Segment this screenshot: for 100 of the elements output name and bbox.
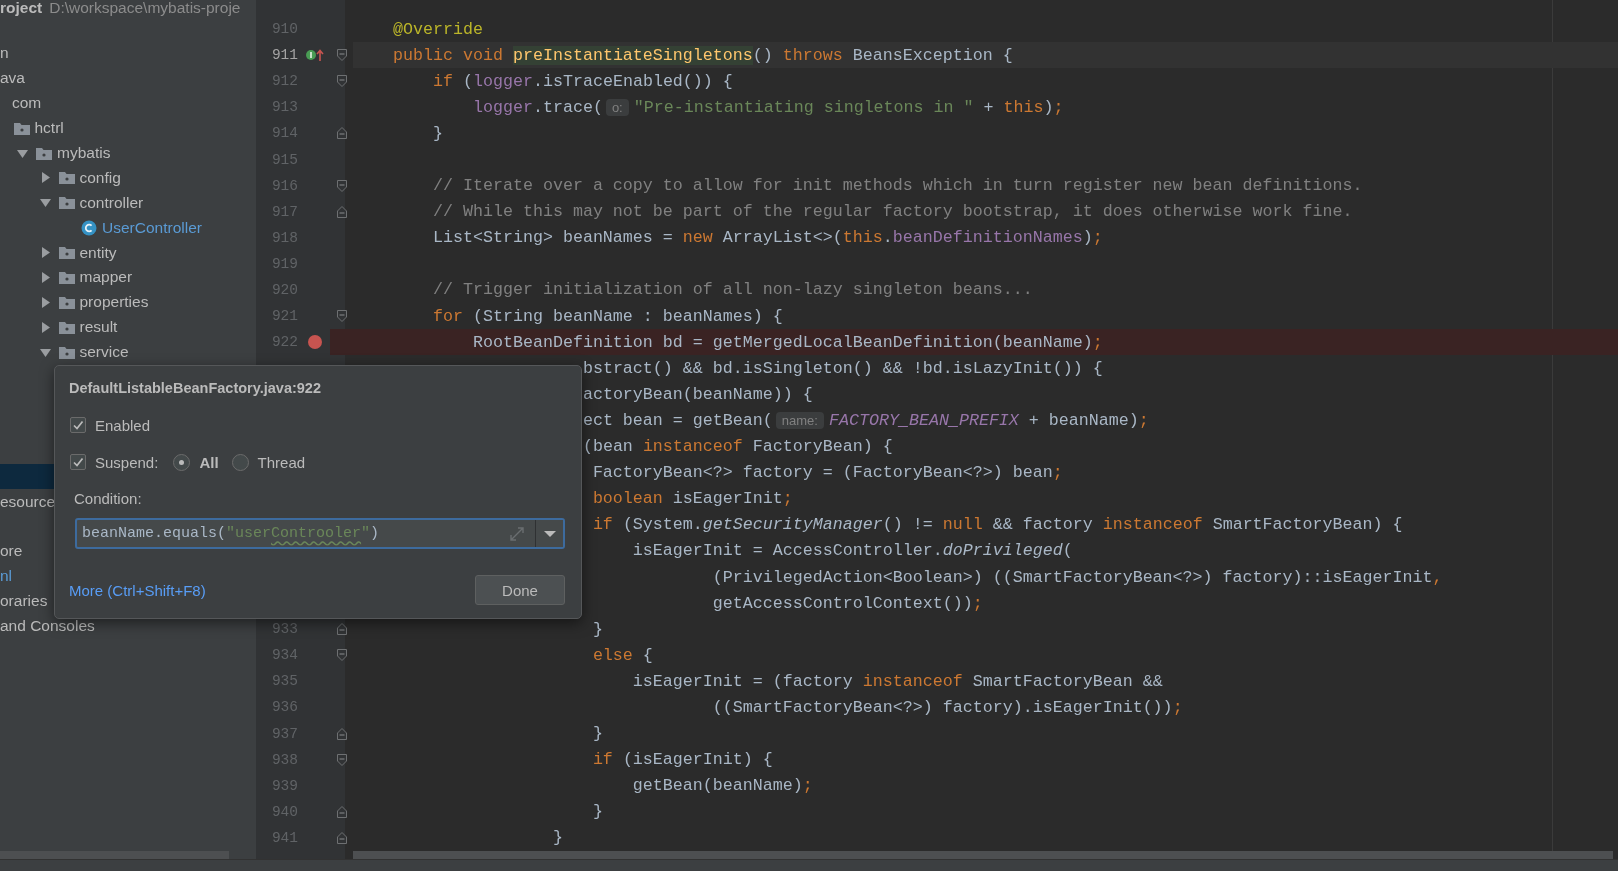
code-text: } xyxy=(432,123,443,143)
code-text: List<String> beanNames = new ArrayList<>(this.beanDefinitionNames); xyxy=(432,228,1103,248)
code-text: FACTORY_BEAN_PREFIX + beanName); xyxy=(828,410,1149,430)
tree-item[interactable]: UserController xyxy=(102,218,202,237)
code-text: } xyxy=(592,724,603,744)
dropdown-button[interactable] xyxy=(535,520,563,547)
tree-item[interactable]: hctrl xyxy=(34,119,64,138)
code-text: FactoryBean<?> factory = (FactoryBean<?>) bean; xyxy=(592,463,1063,483)
folder-icon xyxy=(58,171,75,185)
tree-item[interactable]: properties xyxy=(79,293,149,312)
checkbox[interactable] xyxy=(70,454,86,470)
code-text: ect bean = getBean( xyxy=(582,410,773,430)
code-text: public void preInstantiateSingletons() throws BeansException { xyxy=(392,45,1013,65)
radio-button[interactable] xyxy=(231,453,249,471)
popup-title: DefaultListableBeanFactory.java:922 xyxy=(69,379,321,397)
expanded-arrow-icon[interactable] xyxy=(39,197,51,209)
horizontal-scrollbar[interactable] xyxy=(0,851,229,859)
tree-item[interactable]: ava xyxy=(0,69,25,88)
fold-marker-icon[interactable] xyxy=(336,831,347,844)
fold-marker-icon[interactable] xyxy=(336,127,347,140)
code-text: } xyxy=(552,828,563,848)
code-text: logger.trace( xyxy=(472,97,603,117)
fold-marker-icon[interactable] xyxy=(336,727,347,740)
tree-item[interactable]: mybatis xyxy=(57,144,111,162)
parameter-hint: o: xyxy=(605,98,629,116)
code-text: if (logger.isTraceEnabled()) { xyxy=(432,71,733,91)
code-text: // Iterate over a copy to allow for init methods which in turn register new bean definitions. xyxy=(432,176,1363,196)
code-text: if (isEagerInit) { xyxy=(592,750,773,770)
fold-marker-icon[interactable] xyxy=(336,205,347,218)
tree-item[interactable]: ore xyxy=(0,542,23,561)
collapsed-arrow-icon[interactable] xyxy=(39,321,51,333)
tree-item[interactable]: and Consoles xyxy=(0,616,95,635)
expanded-arrow-icon[interactable] xyxy=(39,346,51,358)
collapsed-arrow-icon[interactable] xyxy=(39,247,51,259)
code-text: bstract() && bd.isSingleton() && !bd.isLazyInit()) { xyxy=(582,358,1103,378)
caret-icon xyxy=(543,529,556,538)
code-text: boolean isEagerInit; xyxy=(592,489,793,509)
expand-icon[interactable] xyxy=(509,525,525,542)
class-icon xyxy=(81,219,97,236)
code-text: isEagerInit = AccessController.doPrivileged( xyxy=(632,541,1073,561)
folder-icon xyxy=(58,295,75,309)
expanded-arrow-icon[interactable] xyxy=(17,147,28,159)
tree-item[interactable]: entity xyxy=(79,243,117,262)
folder-icon xyxy=(58,246,75,260)
tree-item[interactable]: mapper xyxy=(79,268,133,287)
radio-label: Thread xyxy=(257,453,306,471)
folder-icon xyxy=(58,345,75,359)
fold-marker-icon[interactable] xyxy=(336,623,347,636)
breakpoint-icon[interactable] xyxy=(307,334,323,351)
code-text: ((SmartFactoryBean<?>) factory).isEagerInit()); xyxy=(712,698,1183,717)
fold-marker-icon[interactable] xyxy=(336,179,347,192)
fold-marker-icon[interactable] xyxy=(336,49,347,62)
code-text: else { xyxy=(592,645,653,665)
tree-item[interactable]: result xyxy=(79,318,118,337)
tree-item[interactable]: controller xyxy=(79,193,144,212)
tree-item[interactable]: service xyxy=(79,343,129,362)
code-text: "Pre-instantiating singletons in " + this); xyxy=(633,97,1064,117)
tree-item[interactable]: esource xyxy=(0,492,56,511)
condition-field[interactable]: beanName.equals("userControoler") xyxy=(75,518,565,549)
tree-item[interactable]: n xyxy=(0,44,9,63)
code-text: @Override xyxy=(392,19,483,39)
folder-icon xyxy=(36,146,52,160)
fold-marker-icon[interactable] xyxy=(336,805,347,818)
code-text: actoryBean(beanName)) { xyxy=(582,384,813,404)
fold-marker-icon[interactable] xyxy=(336,649,347,662)
horizontal-scrollbar[interactable] xyxy=(353,851,1613,859)
code-text: } xyxy=(592,619,603,639)
code-text: getAccessControlContext()); xyxy=(712,593,983,613)
tree-item[interactable]: com xyxy=(12,94,42,113)
fold-marker-icon[interactable] xyxy=(336,310,347,323)
tree-item[interactable]: config xyxy=(79,168,121,187)
done-button[interactable]: Done xyxy=(475,575,565,605)
code-text: (bean instanceof FactoryBean) { xyxy=(582,437,893,457)
project-path: D:\workspace\mybatis-proje xyxy=(49,0,241,18)
code-text: for (String beanName : beanNames) { xyxy=(432,306,783,326)
condition-label: Condition: xyxy=(74,490,142,508)
collapsed-arrow-icon[interactable] xyxy=(39,172,51,184)
line-number: 911 xyxy=(271,47,298,64)
checkbox[interactable] xyxy=(70,417,86,433)
tree-item[interactable]: nl xyxy=(0,567,13,586)
radio-button[interactable] xyxy=(173,453,191,471)
folder-icon xyxy=(13,121,30,135)
tree-item[interactable]: oraries xyxy=(0,592,48,611)
code-text: // While this may not be part of the regular factory bootstrap, it does otherwise work fine. xyxy=(432,202,1353,222)
collapsed-arrow-icon[interactable] xyxy=(39,271,51,283)
code-text: // Trigger initialization of all non-lazy singleton beans... xyxy=(432,280,1033,300)
collapsed-arrow-icon[interactable] xyxy=(39,296,51,308)
radio-label: All xyxy=(199,453,219,471)
code-text: } xyxy=(592,802,603,822)
folder-icon xyxy=(58,320,75,334)
code-text: getBean(beanName); xyxy=(632,776,813,796)
project-title: roject xyxy=(0,0,43,18)
code-text: isEagerInit = (factory instanceof SmartFactoryBean && xyxy=(632,671,1163,691)
circle-up-arrow-icon[interactable] xyxy=(305,48,325,63)
folder-icon xyxy=(58,270,75,284)
code-text: (PrivilegedAction<Boolean>) ((SmartFactoryBean<?>) factory)::isEagerInit, xyxy=(712,567,1443,587)
code-text: if (System.getSecurityManager() != null && factory instanceof SmartFactoryBean) { xyxy=(592,515,1403,535)
fold-marker-icon[interactable] xyxy=(336,75,347,88)
more-link[interactable]: More (Ctrl+Shift+F8) xyxy=(69,581,206,599)
fold-marker-icon[interactable] xyxy=(336,753,347,766)
